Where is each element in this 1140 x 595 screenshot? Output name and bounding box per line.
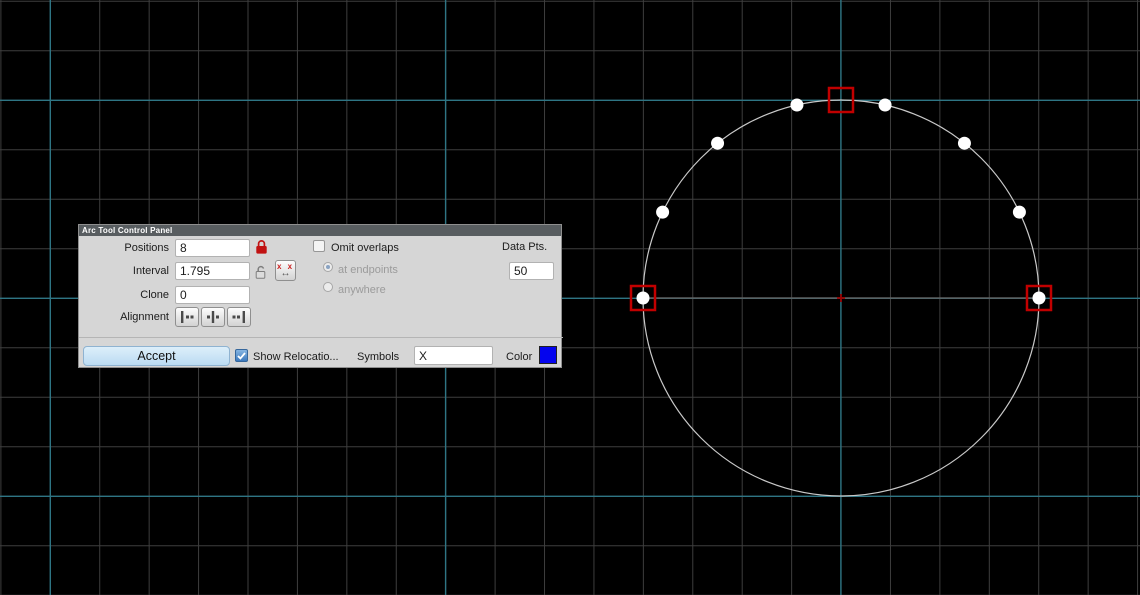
show-relocations-checkbox[interactable] <box>235 349 248 362</box>
clone-label: Clone <box>89 286 169 304</box>
align-left-icon <box>180 311 194 323</box>
positions-label: Positions <box>89 239 169 257</box>
clone-input[interactable] <box>175 286 250 304</box>
check-icon <box>237 352 246 360</box>
interval-label: Interval <box>89 262 169 280</box>
alignment-label: Alignment <box>89 308 169 326</box>
arc-tool-control-panel[interactable]: Arc Tool Control Panel Positions Omit ov… <box>78 224 562 368</box>
symbols-label: Symbols <box>357 348 399 366</box>
interval-input[interactable] <box>175 262 250 280</box>
omit-overlaps-checkbox[interactable] <box>313 240 325 252</box>
x-spread-button[interactable]: x x ↔ <box>275 260 296 281</box>
data-pts-input[interactable] <box>509 262 554 280</box>
show-relocations-label: Show Relocatio... <box>253 348 339 366</box>
panel-titlebar[interactable]: Arc Tool Control Panel <box>79 225 561 236</box>
arc-center-marker[interactable] <box>837 294 845 302</box>
anywhere-radio[interactable] <box>323 282 333 292</box>
position-marker-dot[interactable] <box>711 137 724 150</box>
align-left-button[interactable] <box>175 307 199 327</box>
lock-open-icon[interactable] <box>255 264 268 280</box>
color-swatch[interactable] <box>539 346 557 364</box>
position-marker-dot[interactable] <box>958 137 971 150</box>
align-center-button[interactable] <box>201 307 225 327</box>
positions-input[interactable] <box>175 239 250 257</box>
position-marker-dot[interactable] <box>1013 206 1026 219</box>
accept-button[interactable]: Accept <box>83 346 230 366</box>
align-right-button[interactable] <box>227 307 251 327</box>
lock-closed-icon[interactable] <box>255 239 268 255</box>
position-marker-dot[interactable] <box>879 98 892 111</box>
align-right-icon <box>232 311 246 323</box>
position-marker-dot[interactable] <box>1033 292 1046 305</box>
data-pts-label: Data Pts. <box>502 238 547 256</box>
position-marker-dot[interactable] <box>656 206 669 219</box>
omit-overlaps-label: Omit overlaps <box>331 239 399 257</box>
left-right-arrow-icon: ↔ <box>281 269 291 279</box>
color-label: Color <box>506 348 532 366</box>
anywhere-label: anywhere <box>338 281 386 299</box>
symbols-input[interactable] <box>414 346 493 365</box>
panel-separator <box>79 337 563 338</box>
position-marker-dot[interactable] <box>637 292 650 305</box>
at-endpoints-label: at endpoints <box>338 261 398 279</box>
radio-dot <box>326 265 330 269</box>
position-marker-dot[interactable] <box>790 98 803 111</box>
panel-title: Arc Tool Control Panel <box>82 226 172 235</box>
align-center-icon <box>206 311 220 323</box>
at-endpoints-radio[interactable] <box>323 262 333 272</box>
application-window: Arc Tool Control Panel Positions Omit ov… <box>0 0 1140 595</box>
